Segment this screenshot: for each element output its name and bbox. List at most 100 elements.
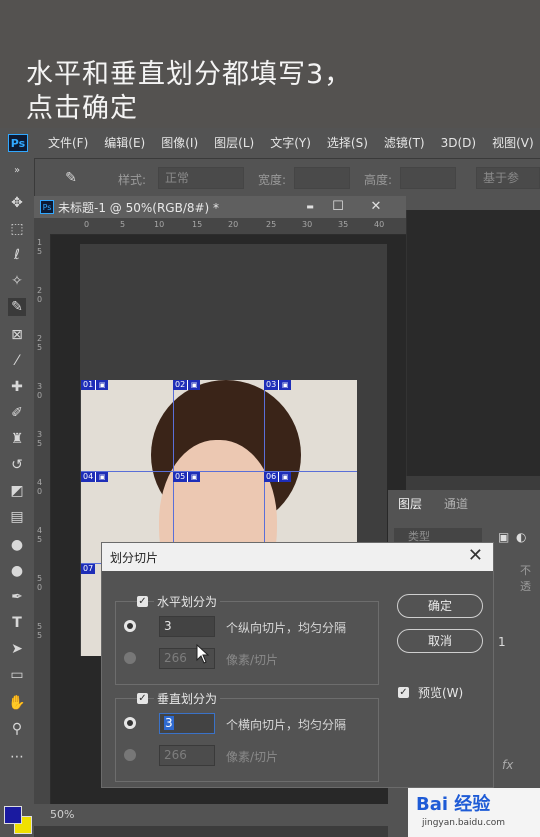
history-brush-tool-icon[interactable]: ↺: [8, 456, 26, 474]
tools-panel: » ✥ ⬚ ℓ ✧ ✎ ⊠ ⁄ ✚ ✐ ♜ ↺ ◩ ▤ ● ● ✒ T ➤ ▭ …: [0, 158, 35, 837]
vertical-count-radio[interactable]: [124, 717, 136, 729]
menu-image[interactable]: 图像(I): [153, 128, 206, 158]
photoshop-logo-icon: Ps: [8, 134, 28, 152]
height-input[interactable]: [400, 167, 456, 189]
move-tool-icon[interactable]: ✥: [8, 194, 26, 212]
ruler-tick: 4 5: [37, 526, 43, 544]
opacity-label: 不透: [520, 564, 531, 593]
slice-badge[interactable]: 05 ▣: [173, 472, 201, 482]
menu-3d[interactable]: 3D(D): [433, 128, 484, 158]
document-tab[interactable]: Ps 未标题-1 @ 50%(RGB/8#) * ▬ ☐ ✕: [34, 196, 406, 218]
filter-adjustment-icon[interactable]: ◐: [516, 530, 526, 544]
right-panel-header: [406, 196, 540, 210]
tab-layers[interactable]: 图层: [398, 495, 422, 512]
slice-tool-icon[interactable]: ✎: [8, 298, 26, 316]
ruler-tick: 4 0: [37, 478, 43, 496]
healing-brush-tool-icon[interactable]: ✚: [8, 378, 26, 396]
more-tools-icon[interactable]: ⋯: [8, 748, 26, 766]
close-document-button[interactable]: ✕: [362, 196, 390, 218]
options-bar: ✎ 样式: 正常 宽度: 高度: 基于参: [0, 158, 540, 197]
horizontal-divide-checkbox[interactable]: ✓: [137, 596, 148, 607]
caption-line-2: 点击确定: [26, 93, 138, 124]
fx-icon[interactable]: fx: [502, 758, 513, 772]
ruler-tick: 1 5: [37, 238, 43, 256]
menu-file[interactable]: 文件(F): [40, 128, 96, 158]
eyedropper-tool-icon[interactable]: ⁄: [8, 352, 26, 370]
dodge-tool-icon[interactable]: ●: [8, 562, 26, 580]
zoom-tool-icon[interactable]: ⚲: [8, 720, 26, 738]
right-panel-dock: [406, 196, 540, 476]
ruler-tick: 15: [192, 220, 203, 229]
slice-badge[interactable]: 01 ▣: [81, 380, 109, 390]
ruler-tick: 0: [84, 220, 90, 229]
ok-button[interactable]: 确定: [397, 594, 483, 618]
slice-badge[interactable]: 07: [81, 564, 96, 574]
minimize-button[interactable]: ▬: [296, 196, 324, 218]
menu-items: 文件(F) 编辑(E) 图像(I) 图层(L) 文字(Y) 选择(S) 滤镜(T…: [40, 128, 540, 158]
image-slice-icon: ▣: [187, 472, 201, 482]
width-input[interactable]: [294, 167, 350, 189]
layer-name[interactable]: 1: [498, 635, 506, 649]
ruler-tick: 30: [302, 220, 313, 229]
brush-tool-icon[interactable]: ✐: [8, 404, 26, 422]
lasso-tool-icon[interactable]: ℓ: [8, 246, 26, 264]
preview-checkbox[interactable]: ✓: [398, 687, 409, 698]
slice-badge[interactable]: 02 ▣: [173, 380, 201, 390]
slice-number: 04: [81, 472, 96, 482]
tab-channels[interactable]: 通道: [444, 495, 468, 512]
style-select[interactable]: 正常: [158, 167, 244, 189]
ruler-tick: 3 5: [37, 430, 43, 448]
ruler-tick: 35: [338, 220, 349, 229]
type-tool-icon[interactable]: T: [8, 614, 26, 632]
menu-filter[interactable]: 滤镜(T): [376, 128, 433, 158]
clone-stamp-tool-icon[interactable]: ♜: [8, 430, 26, 448]
restore-button[interactable]: ☐: [324, 196, 352, 218]
cancel-button[interactable]: 取消: [397, 629, 483, 653]
horizontal-ruler[interactable]: 0 5 10 15 20 25 30 35 40: [34, 218, 406, 235]
gradient-tool-icon[interactable]: ▤: [8, 508, 26, 526]
eraser-tool-icon[interactable]: ◩: [8, 482, 26, 500]
collapse-panel-icon[interactable]: »: [8, 162, 26, 180]
path-selection-tool-icon[interactable]: ➤: [8, 640, 26, 658]
document-ps-icon: Ps: [40, 200, 54, 214]
blur-tool-icon[interactable]: ●: [8, 536, 26, 554]
rectangle-tool-icon[interactable]: ▭: [8, 666, 26, 684]
vertical-pixels-input[interactable]: 266: [159, 745, 215, 766]
ruler-tick: 2 5: [37, 334, 43, 352]
frame-tool-icon[interactable]: ⊠: [8, 326, 26, 344]
magic-wand-tool-icon[interactable]: ✧: [8, 272, 26, 290]
vertical-count-input[interactable]: 3: [159, 713, 215, 734]
horizontal-pixels-text: 像素/切片: [226, 653, 279, 667]
close-dialog-icon[interactable]: ✕: [468, 546, 483, 566]
menu-select[interactable]: 选择(S): [319, 128, 376, 158]
hand-tool-icon[interactable]: ✋: [8, 694, 26, 712]
ruler-tick: 3 0: [37, 382, 43, 400]
vertical-pixels-radio[interactable]: [124, 749, 136, 761]
vertical-count-value: 3: [164, 716, 174, 730]
slice-tool-preset-icon[interactable]: ✎: [62, 169, 80, 187]
filter-image-icon[interactable]: ▣: [498, 530, 509, 544]
menu-edit[interactable]: 编辑(E): [96, 128, 153, 158]
menu-view[interactable]: 视图(V): [484, 128, 540, 158]
base-on-select[interactable]: 基于参: [476, 167, 540, 189]
horizontal-pixels-radio[interactable]: [124, 652, 136, 664]
vertical-divide-label: 垂直划分为: [154, 690, 221, 707]
ruler-tick: 20: [228, 220, 239, 229]
horizontal-count-input[interactable]: 3: [159, 616, 215, 637]
menu-type[interactable]: 文字(Y): [262, 128, 319, 158]
slice-badge[interactable]: 06 ▣: [264, 472, 292, 482]
foreground-color-swatch[interactable]: [4, 806, 22, 824]
slice-badge[interactable]: 03 ▣: [264, 380, 292, 390]
menu-layer[interactable]: 图层(L): [206, 128, 262, 158]
ruler-tick: 40: [374, 220, 385, 229]
slice-number: 06: [264, 472, 279, 482]
vertical-divide-checkbox[interactable]: ✓: [137, 693, 148, 704]
horizontal-count-radio[interactable]: [124, 620, 136, 632]
zoom-level[interactable]: 50%: [34, 804, 406, 826]
tutorial-caption: 水平和垂直划分都填写3， 点击确定: [0, 0, 540, 128]
marquee-tool-icon[interactable]: ⬚: [8, 220, 26, 238]
pen-tool-icon[interactable]: ✒: [8, 588, 26, 606]
baidu-jingyan-watermark: Bai 经验 jingyan.baidu.com: [408, 788, 540, 837]
slice-badge[interactable]: 04 ▣: [81, 472, 109, 482]
vertical-ruler[interactable]: 1 5 2 0 2 5 3 0 3 5 4 0 4 5 5 0 5 5: [34, 234, 51, 804]
